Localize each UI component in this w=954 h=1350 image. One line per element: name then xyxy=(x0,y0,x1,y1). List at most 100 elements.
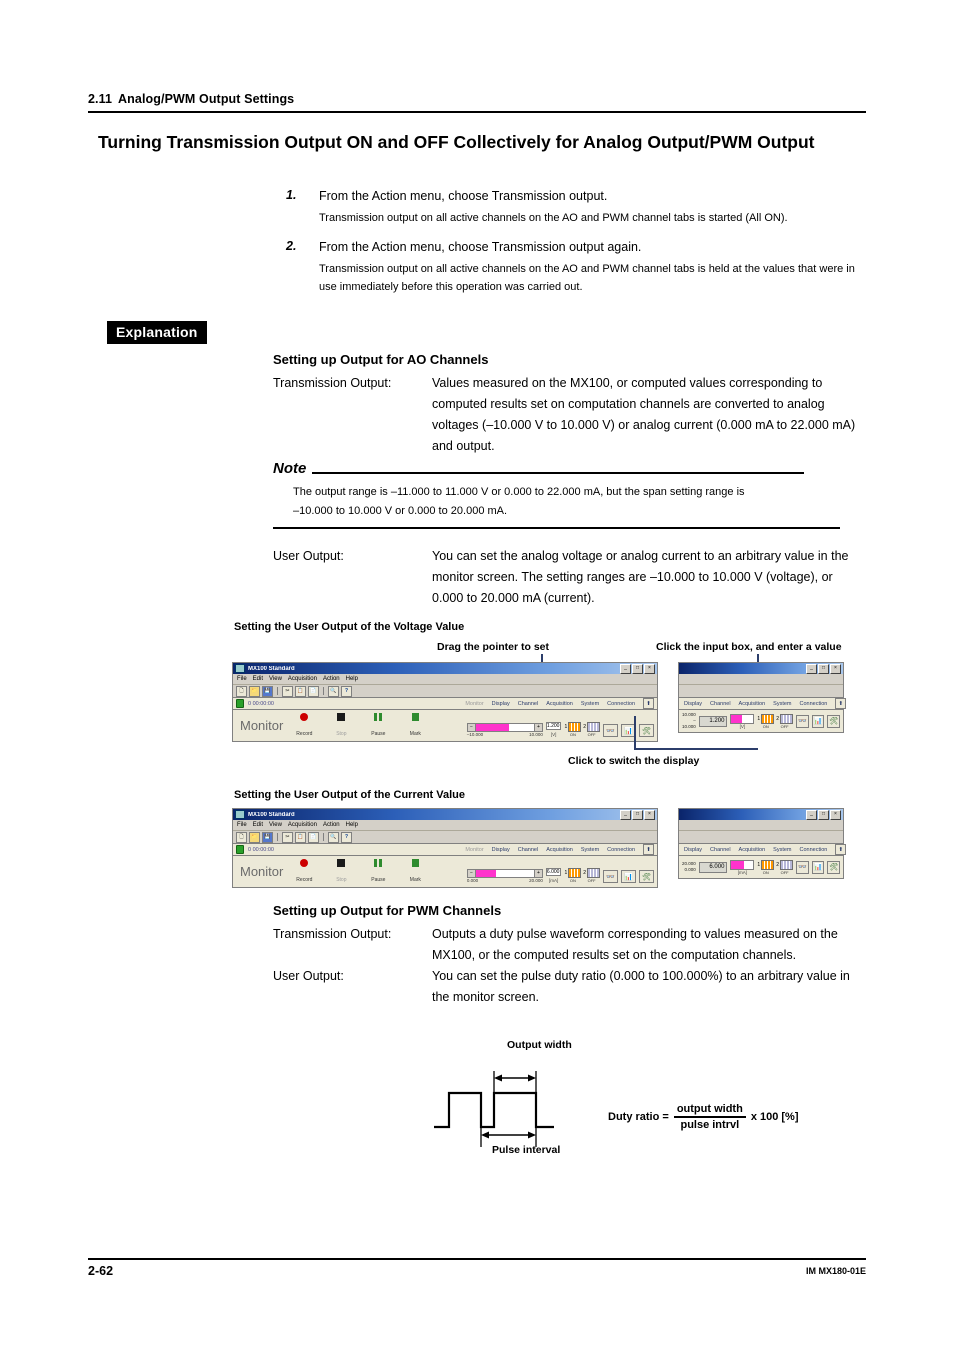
channel-chips-current[interactable]: 1 ON 2 OFF xyxy=(757,859,793,875)
menu-item-acquisition[interactable]: Acquisition xyxy=(288,676,317,682)
nav-tab-channel[interactable]: Channel xyxy=(518,847,539,853)
current-mini-slider[interactable] xyxy=(730,859,755,870)
current-value-box[interactable]: 6.000 xyxy=(545,868,562,876)
record-button[interactable]: Record xyxy=(291,713,317,740)
window-buttons[interactable]: _ □ × xyxy=(620,663,655,674)
paste-icon[interactable]: 📄 xyxy=(308,685,319,697)
maximize-button[interactable]: □ xyxy=(818,809,829,820)
window-titlebar[interactable]: MX100 Standard _ □ × xyxy=(233,809,657,820)
minimize-button[interactable]: _ xyxy=(806,809,817,820)
menu-item-action[interactable]: Action xyxy=(323,822,340,828)
nav-tab-acquisition[interactable]: Acquisition xyxy=(739,847,766,853)
slider-decrement-icon[interactable]: − xyxy=(467,870,476,877)
mx100-panel-current-detail[interactable]: _ □ × Display Channel Acquisition System… xyxy=(678,808,847,879)
new-icon[interactable]: 🗋 xyxy=(236,685,247,697)
tools-icon[interactable]: 🛠 xyxy=(827,714,840,728)
zoom-icon[interactable]: 🔍 xyxy=(328,685,339,697)
slider-increment-icon[interactable]: + xyxy=(533,724,542,731)
record-button[interactable]: Record xyxy=(291,859,317,886)
menu-item-view[interactable]: View xyxy=(269,822,282,828)
menu-bar[interactable]: File Edit View Acquisition Action Help xyxy=(233,674,657,685)
channel-2-chip[interactable]: 2 OFF xyxy=(583,722,600,737)
window-buttons[interactable]: _ □ × xyxy=(806,663,841,674)
voltage-mini-slider[interactable] xyxy=(730,713,755,724)
mark-button[interactable]: Mark xyxy=(402,713,428,740)
nav-expand-icon[interactable]: ⬆ xyxy=(643,698,654,709)
close-button[interactable]: × xyxy=(830,809,841,820)
channel-2-indicator-icon[interactable] xyxy=(779,713,793,724)
close-button[interactable]: × xyxy=(830,663,841,674)
channel-2-chip[interactable]: 2 OFF xyxy=(776,859,793,875)
voltage-slider[interactable]: − + –10.000 10.000 xyxy=(466,723,543,737)
current-value-group[interactable]: 6.000 [mA] xyxy=(545,860,562,883)
voltage-input-box[interactable]: 1.200 xyxy=(698,715,728,727)
nav-tab-system[interactable]: System xyxy=(581,847,599,853)
mx100-window-current[interactable]: MX100 Standard _ □ × File Edit View Acqu… xyxy=(232,808,658,888)
current-input-box[interactable]: 6.000 xyxy=(698,861,728,873)
nav-tab-channel[interactable]: Channel xyxy=(518,701,539,707)
nav-tab-acquisition[interactable]: Acquisition xyxy=(546,701,573,707)
menu-item-edit[interactable]: Edit xyxy=(253,822,263,828)
minimize-button[interactable]: _ xyxy=(620,663,631,674)
open-icon[interactable]: 📁 xyxy=(249,685,260,697)
channel-1-chip[interactable]: 1 ON xyxy=(757,713,775,729)
nav-expand-icon[interactable]: ⬆ xyxy=(643,844,654,855)
current-slider[interactable]: − + 0.000 20.000 xyxy=(466,869,543,883)
stop-button[interactable]: Stop xyxy=(328,859,354,886)
channel-chips-voltage[interactable]: 1 ON 2 OFF xyxy=(564,722,600,737)
transport-controls[interactable]: Record Stop Pause Mark xyxy=(291,712,428,740)
window-buttons[interactable]: _ □ × xyxy=(806,809,841,820)
menu-item-help[interactable]: Help xyxy=(346,822,358,828)
current-mini-slider-group[interactable]: [mA] xyxy=(730,859,755,875)
nav-tab-connection[interactable]: Connection xyxy=(800,701,828,707)
stop-button[interactable]: Stop xyxy=(328,713,354,740)
output-controls-voltage[interactable]: − + –10.000 10.000 1.200 [V] 1 ON 2 OFF … xyxy=(466,714,654,737)
open-icon[interactable]: 📁 xyxy=(249,831,260,843)
nav-expand-icon[interactable]: ⬆ xyxy=(835,698,847,709)
nav-tab-display[interactable]: Display xyxy=(492,701,510,707)
pause-button[interactable]: Pause xyxy=(365,713,391,740)
channel-1-indicator-icon[interactable] xyxy=(761,713,775,724)
nav-tab-system[interactable]: System xyxy=(773,701,791,707)
nav-tab-monitor[interactable]: Monitor xyxy=(465,847,483,853)
channel-2-indicator-icon[interactable] xyxy=(587,868,600,878)
window-titlebar[interactable]: _ □ × xyxy=(679,809,843,820)
channel-1-chip[interactable]: 1 ON xyxy=(564,722,582,737)
window-titlebar[interactable]: MX100 Standard _ □ × xyxy=(233,663,657,674)
nav-expand-icon[interactable]: ⬆ xyxy=(835,844,847,855)
maximize-button[interactable]: □ xyxy=(632,663,643,674)
menu-item-view[interactable]: View xyxy=(269,676,282,682)
menu-item-acquisition[interactable]: Acquisition xyxy=(288,822,317,828)
binocular-icon[interactable]: 👓 xyxy=(603,870,618,883)
help-icon[interactable]: ? xyxy=(341,685,352,697)
slider-increment-icon[interactable]: + xyxy=(533,870,542,877)
minimize-button[interactable]: _ xyxy=(806,663,817,674)
tools-icon[interactable]: 🛠 xyxy=(639,724,654,737)
channel-2-indicator-icon[interactable] xyxy=(587,722,600,732)
nav-tabs[interactable]: Display Channel Acquisition System Conne… xyxy=(684,844,847,855)
channel-1-indicator-icon[interactable] xyxy=(568,722,582,732)
zoom-icon[interactable]: 🔍 xyxy=(328,831,339,843)
voltage-slider-track[interactable]: − + xyxy=(466,723,543,732)
binocular-icon[interactable]: 👓 xyxy=(795,860,809,874)
channel-chips-voltage[interactable]: 1 ON 2 OFF xyxy=(757,713,793,729)
current-detail-panel[interactable]: 20.000 0.000 6.000 [mA] 1 ON 2 OFF 👓 📊 🛠 xyxy=(679,856,843,878)
save-icon[interactable]: 💾 xyxy=(262,831,273,843)
nav-tab-monitor[interactable]: Monitor xyxy=(465,701,483,707)
cut-icon[interactable]: ✂ xyxy=(282,831,293,843)
menu-item-action[interactable]: Action xyxy=(323,676,340,682)
nav-tabs[interactable]: Display Channel Acquisition System Conne… xyxy=(684,698,847,709)
copy-icon[interactable]: 📋 xyxy=(295,685,306,697)
channel-1-chip[interactable]: 1 ON xyxy=(564,868,582,883)
mx100-window-voltage[interactable]: MX100 Standard _ □ × File Edit View Acqu… xyxy=(232,662,658,742)
binocular-icon[interactable]: 👓 xyxy=(603,724,618,737)
channel-chips-current[interactable]: 1 ON 2 OFF xyxy=(564,868,600,883)
copy-icon[interactable]: 📋 xyxy=(295,831,306,843)
voltage-value-group[interactable]: 1.200 [V] xyxy=(545,714,562,737)
menu-item-edit[interactable]: Edit xyxy=(253,676,263,682)
nav-tab-display[interactable]: Display xyxy=(684,701,702,707)
nav-tabs[interactable]: Monitor Display Channel Acquisition Syst… xyxy=(465,698,654,709)
nav-tab-display[interactable]: Display xyxy=(492,847,510,853)
chart-icon[interactable]: 📊 xyxy=(811,714,825,728)
channel-1-indicator-icon[interactable] xyxy=(761,859,775,870)
